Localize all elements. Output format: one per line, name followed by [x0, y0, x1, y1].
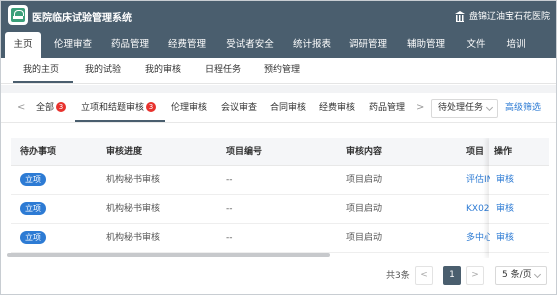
review-content: 项目启动 — [346, 204, 383, 214]
review-progress: 机构秘书审核 — [106, 175, 161, 185]
main-nav-statistics[interactable]: 统计报表 — [291, 32, 333, 58]
review-tabs: < 全部 3 立项和结题审核 3 伦理审核 会议审查 合同审核 经费审核 药品管理 … — [0, 93, 557, 123]
pagination-next-button[interactable]: > — [466, 266, 484, 285]
project-number: -- — [226, 175, 233, 185]
count-badge: 3 — [56, 102, 67, 112]
sub-nav-appointments[interactable]: 预约管理 — [264, 58, 300, 84]
review-content: 项目启动 — [346, 175, 383, 185]
tabs-scroll-left-icon[interactable]: < — [17, 93, 25, 123]
tab-approval-and-closure[interactable]: 立项和结题审核 3 — [81, 93, 157, 123]
project-number: -- — [226, 233, 233, 243]
review-progress: 机构秘书审核 — [106, 233, 161, 243]
pagination-page-1[interactable]: 1 — [443, 266, 461, 285]
organization-name: 盘锦辽油宝石花医院 — [468, 12, 550, 22]
main-nav-subject-safety[interactable]: 受试者安全 — [224, 32, 276, 58]
tab-contract-review[interactable]: 合同审核 — [270, 93, 306, 123]
status-tag: 立项 — [20, 231, 46, 244]
table-row: 立项 机构秘书审核 -- 项目启动 KX02 审核 — [11, 195, 549, 224]
tabs-scroll-right-icon[interactable]: > — [416, 93, 424, 123]
main-nav-home[interactable]: 主页 — [5, 32, 41, 58]
sub-nav-active-indicator — [13, 81, 73, 83]
page-size-select[interactable]: 5 条/页 — [495, 266, 547, 285]
task-filter-value: 待处理任务 — [438, 103, 484, 113]
table-header: 待办事项 审核进度 项目编号 审核内容 项目 操作 — [11, 138, 549, 166]
column-header: 审核内容 — [346, 147, 383, 157]
tab-funding-review[interactable]: 经费审核 — [319, 93, 355, 123]
status-tag: 立项 — [20, 202, 46, 215]
main-nav-files[interactable]: 文件 — [463, 32, 489, 58]
tab-all[interactable]: 全部 3 — [36, 93, 67, 123]
todo-table: 待办事项 审核进度 项目编号 审核内容 项目 操作 立项 机构秘书审核 -- 项… — [11, 138, 549, 258]
bank-icon — [454, 10, 465, 22]
tab-label: 全部 — [36, 103, 55, 113]
pagination-total: 共3条 — [386, 271, 410, 281]
tab-ethics-review[interactable]: 伦理审核 — [171, 93, 207, 123]
main-nav-training[interactable]: 培训 — [503, 32, 529, 58]
section-divider — [0, 85, 557, 93]
column-header: 项目 — [466, 147, 485, 157]
task-filter-select[interactable]: 待处理任务 — [431, 99, 498, 118]
chevron-down-icon — [533, 270, 542, 279]
main-nav-ethics-review[interactable]: 伦理审查 — [52, 32, 94, 58]
review-progress: 机构秘书审核 — [106, 204, 161, 214]
sub-nav-my-reviews[interactable]: 我的审核 — [145, 58, 181, 84]
fixed-action-column-shadow — [489, 138, 549, 258]
main-nav: 主页 伦理审查 药品管理 经费管理 受试者安全 统计报表 调研管理 辅助管理 文… — [0, 32, 557, 58]
pagination-prev-button[interactable]: < — [415, 266, 433, 285]
tab-meeting-review[interactable]: 会议审查 — [221, 93, 257, 123]
sub-nav: 我的主页 我的试验 我的审核 日程任务 预约管理 — [0, 58, 557, 84]
sub-nav-schedule[interactable]: 日程任务 — [205, 58, 241, 84]
table-row: 立项 机构秘书审核 -- 项目启动 评估IN 审核 — [11, 166, 549, 195]
main-nav-drug-management[interactable]: 药品管理 — [109, 32, 151, 58]
project-number: -- — [226, 204, 233, 214]
app-title: 医院临床试验管理系统 — [32, 13, 132, 24]
main-nav-funding-management[interactable]: 经费管理 — [166, 32, 208, 58]
top-header: 医院临床试验管理系统 盘锦辽油宝石花医院 — [0, 0, 557, 32]
table-horizontal-scrollbar[interactable] — [7, 253, 330, 257]
table-row: 立项 机构秘书审核 -- 项目启动 多中心 审核 — [11, 224, 549, 253]
organization[interactable]: 盘锦辽油宝石花医院 — [454, 9, 550, 22]
review-content: 项目启动 — [346, 233, 383, 243]
main-nav-aux-management[interactable]: 辅助管理 — [405, 32, 447, 58]
count-badge: 3 — [146, 102, 157, 112]
sub-nav-my-trials[interactable]: 我的试验 — [85, 58, 121, 84]
tab-label: 立项和结题审核 — [81, 103, 145, 113]
project-link[interactable]: KX02 — [466, 195, 490, 224]
hospital-logo-icon — [8, 5, 28, 25]
status-tag: 立项 — [20, 173, 46, 186]
tab-active-indicator — [75, 120, 165, 122]
column-header: 审核进度 — [106, 147, 143, 157]
project-link[interactable]: 评估IN — [466, 166, 490, 195]
page-size-value: 5 条/页 — [502, 270, 532, 280]
tab-drug-management[interactable]: 药品管理 — [369, 93, 405, 123]
column-header: 项目编号 — [226, 147, 263, 157]
column-header: 待办事项 — [20, 147, 57, 157]
project-link[interactable]: 多中心 — [466, 224, 490, 253]
main-nav-survey-management[interactable]: 调研管理 — [347, 32, 389, 58]
chevron-down-icon — [485, 103, 494, 112]
advanced-filter-link[interactable]: 高级筛选 — [505, 93, 541, 123]
